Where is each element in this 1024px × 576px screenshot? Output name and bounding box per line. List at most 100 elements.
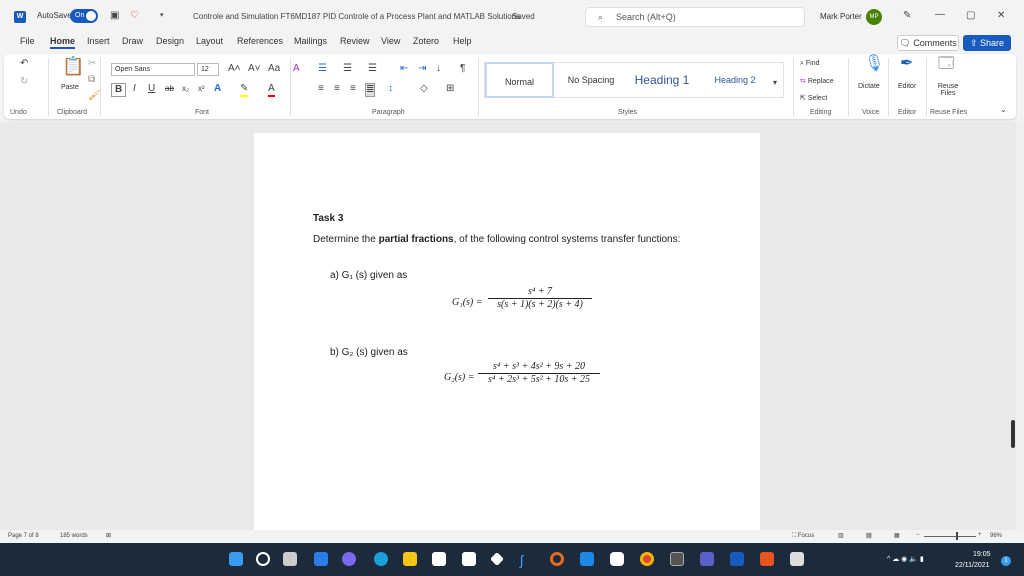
dictate-button[interactable]: Dictate: [858, 83, 880, 90]
tab-file[interactable]: File: [20, 36, 35, 46]
tab-zotero[interactable]: Zotero: [413, 36, 439, 46]
format-painter-icon[interactable]: 🖌: [88, 90, 101, 102]
zoom-in-icon[interactable]: +: [978, 532, 982, 538]
redo-icon[interactable]: ↻: [20, 76, 28, 88]
search-input[interactable]: ⌕ Search (Alt+Q): [585, 7, 805, 27]
tab-view[interactable]: View: [381, 36, 400, 46]
sort-icon[interactable]: ↓: [436, 63, 441, 75]
zoom-level[interactable]: 96%: [990, 533, 1002, 539]
undo-icon[interactable]: ↶: [20, 58, 28, 70]
zoom-out-icon[interactable]: −: [916, 532, 920, 538]
change-case-icon[interactable]: Aa: [268, 63, 280, 75]
microphone-icon[interactable]: 🎙: [864, 56, 884, 72]
word-count[interactable]: 185 words: [60, 533, 88, 539]
chat-icon[interactable]: [342, 552, 356, 566]
saved-status[interactable]: Saved: [512, 12, 535, 21]
undo-check-icon[interactable]: ♡: [130, 10, 139, 22]
copy-icon[interactable]: ⧉: [88, 74, 95, 86]
tab-help[interactable]: Help: [453, 36, 472, 46]
read-mode-icon[interactable]: ▥: [838, 532, 844, 539]
tab-home[interactable]: Home: [50, 36, 76, 49]
multilevel-list-icon[interactable]: ☰: [368, 63, 377, 75]
increase-indent-icon[interactable]: ⇥: [418, 63, 426, 75]
origin-icon[interactable]: [550, 552, 564, 566]
justify-icon[interactable]: ≣: [365, 83, 376, 97]
shading-icon[interactable]: ◇: [420, 83, 428, 95]
task-view-icon[interactable]: [283, 552, 297, 566]
font-color-icon[interactable]: A: [268, 83, 275, 97]
clock-time[interactable]: 19:05: [973, 551, 991, 558]
search-taskbar-icon[interactable]: [256, 552, 270, 566]
font-size-select[interactable]: 12: [197, 63, 219, 76]
zoom-slider-thumb[interactable]: [956, 532, 958, 540]
style-no-spacing[interactable]: No Spacing: [558, 62, 624, 98]
borders-icon[interactable]: ⊞: [446, 83, 454, 95]
close-icon[interactable]: ✕: [997, 10, 1005, 22]
paste-label[interactable]: Paste: [61, 84, 79, 91]
pen-icon[interactable]: ✎: [903, 10, 911, 22]
tab-layout[interactable]: Layout: [196, 36, 223, 46]
text-effects-icon[interactable]: A: [214, 83, 221, 95]
align-left-icon[interactable]: ≡: [318, 83, 324, 95]
scrollbar-thumb[interactable]: [1011, 420, 1015, 448]
decrease-indent-icon[interactable]: ⇤: [400, 63, 408, 75]
paste-icon[interactable]: 📋: [62, 57, 84, 75]
page-count[interactable]: Page 7 of 8: [8, 533, 39, 539]
font-name-select[interactable]: Open Sans: [111, 63, 195, 76]
italic-button[interactable]: I: [133, 83, 136, 95]
find-button[interactable]: ⌕ Find: [800, 60, 820, 68]
tab-review[interactable]: Review: [340, 36, 370, 46]
highlight-icon[interactable]: ✎: [240, 83, 249, 97]
minimize-icon[interactable]: —: [935, 9, 945, 21]
focus-button[interactable]: ⛶ Focus: [792, 533, 814, 540]
notification-badge[interactable]: 1: [1001, 556, 1011, 566]
numbering-icon[interactable]: ☰: [343, 63, 352, 75]
replace-button[interactable]: ⇆ Replace: [800, 77, 834, 85]
subscript-button[interactable]: x₂: [182, 83, 189, 95]
show-marks-icon[interactable]: ¶: [460, 63, 465, 75]
style-heading-2[interactable]: Heading 2: [700, 62, 770, 98]
editor-button[interactable]: Editor: [898, 83, 916, 90]
store-icon[interactable]: [432, 552, 446, 566]
bold-button[interactable]: B: [111, 83, 127, 97]
web-layout-icon[interactable]: ▦: [894, 532, 900, 539]
tab-mailings[interactable]: Mailings: [294, 36, 327, 46]
underline-button[interactable]: U: [148, 83, 155, 95]
line-spacing-icon[interactable]: ↕: [388, 83, 393, 95]
mail-icon[interactable]: [580, 552, 594, 566]
avatar[interactable]: MP: [866, 9, 882, 25]
save-icon[interactable]: ▣: [110, 10, 119, 22]
matlab-icon[interactable]: [760, 552, 774, 566]
strikethrough-button[interactable]: ab: [165, 83, 174, 95]
chrome-icon[interactable]: [640, 552, 654, 566]
customize-qat-icon[interactable]: ▾: [160, 10, 164, 22]
align-center-icon[interactable]: ≡: [334, 83, 340, 95]
clock-date[interactable]: 22/11/2021: [955, 562, 990, 569]
vscode-like-icon[interactable]: ʃ: [520, 552, 534, 568]
maximize-icon[interactable]: ▢: [966, 10, 975, 22]
vertical-scrollbar[interactable]: [1016, 122, 1024, 530]
tray-icons[interactable]: ^ ☁ ◉ 🔈 ▮: [887, 555, 924, 563]
superscript-button[interactable]: x²: [198, 83, 205, 95]
comments-button[interactable]: 🗨 Comments: [897, 35, 959, 51]
clear-formatting-icon[interactable]: A: [293, 63, 300, 75]
collapse-ribbon-icon[interactable]: ⌄: [1000, 104, 1007, 116]
tab-design[interactable]: Design: [156, 36, 184, 46]
tab-references[interactable]: References: [237, 36, 283, 46]
tab-insert[interactable]: Insert: [87, 36, 110, 46]
style-heading-1[interactable]: Heading 1: [626, 62, 698, 98]
teams-icon[interactable]: [700, 552, 714, 566]
file-explorer-icon[interactable]: [403, 552, 417, 566]
align-right-icon[interactable]: ≡: [350, 83, 356, 95]
word-taskbar-icon[interactable]: [730, 552, 744, 566]
grow-font-icon[interactable]: A˄: [228, 63, 241, 75]
styles-more-icon[interactable]: ▾: [773, 77, 777, 89]
tab-draw[interactable]: Draw: [122, 36, 143, 46]
reuse-files-icon[interactable]: 🗔: [938, 56, 954, 71]
autosave-toggle[interactable]: On: [70, 9, 98, 23]
style-normal[interactable]: Normal: [485, 62, 554, 98]
camera-icon[interactable]: [610, 552, 624, 566]
app-m-icon[interactable]: [670, 552, 684, 566]
reuse-files-button[interactable]: Reuse Files: [935, 83, 961, 97]
zoom-slider[interactable]: [924, 536, 976, 537]
